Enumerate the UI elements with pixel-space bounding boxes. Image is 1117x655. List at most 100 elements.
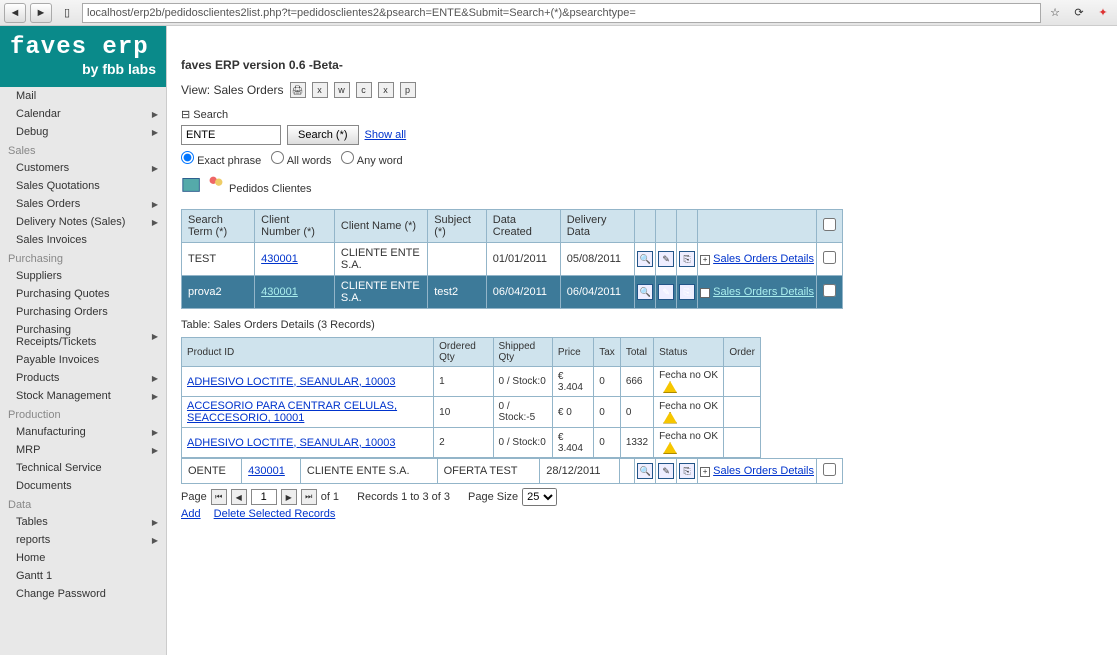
radio-any[interactable]: Any word (341, 151, 402, 167)
search-input[interactable] (181, 125, 281, 145)
chevron-right-icon: ▶ (152, 218, 158, 227)
chevron-right-icon: ▶ (152, 128, 158, 137)
export-xml-icon[interactable]: x (378, 82, 394, 98)
page-number-input[interactable] (251, 489, 277, 505)
view-icon[interactable]: 🔍 (637, 463, 653, 479)
back-button[interactable]: ◄ (4, 3, 26, 23)
sidebar-item[interactable]: reports▶ (0, 531, 166, 549)
column-header: Order (724, 338, 761, 367)
sidebar-item[interactable]: Stock Management▶ (0, 387, 166, 405)
column-header[interactable]: Client Name (*) (334, 210, 427, 243)
column-header: Total (620, 338, 653, 367)
sidebar-item[interactable]: Delivery Notes (Sales)▶ (0, 213, 166, 231)
forward-button[interactable]: ► (30, 3, 52, 23)
pagesize-select[interactable]: 25 (522, 488, 557, 506)
sidebar-item[interactable]: Mail (0, 87, 166, 105)
product-link[interactable]: ACCESORIO PARA CENTRAR CELULAS, SEACCESO… (187, 400, 397, 424)
column-header[interactable]: Delivery Data (560, 210, 634, 243)
client-number-link[interactable]: 430001 (248, 465, 285, 477)
radio-exact[interactable]: Exact phrase (181, 151, 261, 167)
warning-icon (663, 442, 677, 454)
sidebar-item[interactable]: Products▶ (0, 369, 166, 387)
add-link[interactable]: Add (181, 508, 201, 520)
sidebar-item[interactable]: Change Password (0, 585, 166, 603)
chevron-right-icon: ▶ (152, 536, 158, 545)
sidebar-item[interactable]: Suppliers (0, 267, 166, 285)
copy-icon[interactable]: ⎘ (679, 463, 695, 479)
copy-icon[interactable]: ⎘ (679, 284, 695, 300)
logo: faves erp by fbb labs (0, 26, 166, 87)
export-excel-icon[interactable]: x (312, 82, 328, 98)
sidebar-item[interactable]: Purchasing Receipts/Tickets▶ (0, 321, 166, 351)
table-row[interactable]: prova2430001CLIENTE ENTE S.A.test206/04/… (182, 276, 843, 309)
details-link[interactable]: Sales Orders Details (713, 465, 814, 477)
product-link[interactable]: ADHESIVO LOCTITE, SEANULAR, 10003 (187, 376, 395, 388)
sidebar-item[interactable]: Calendar▶ (0, 105, 166, 123)
edit-icon[interactable]: ✎ (658, 463, 674, 479)
sidebar-item[interactable]: Sales Invoices (0, 231, 166, 249)
sidebar-item[interactable]: Customers▶ (0, 159, 166, 177)
select-all-checkbox[interactable] (823, 218, 836, 231)
column-header[interactable]: Client Number (*) (255, 210, 335, 243)
radio-all[interactable]: All words (271, 151, 331, 167)
expand-icon[interactable]: + (700, 255, 710, 265)
column-header[interactable]: Search Term (*) (182, 210, 255, 243)
sidebar-item[interactable]: Debug▶ (0, 123, 166, 141)
sidebar-item[interactable]: Home (0, 549, 166, 567)
expand-icon[interactable]: + (700, 288, 710, 298)
table-row[interactable]: OENTE430001CLIENTE ENTE S.A.OFERTA TEST2… (182, 459, 843, 484)
export-word-icon[interactable]: w (334, 82, 350, 98)
sidebar-item[interactable]: Sales Quotations (0, 177, 166, 195)
sidebar-item[interactable]: Manufacturing▶ (0, 423, 166, 441)
table-row: ADHESIVO LOCTITE, SEANULAR, 1000320 / St… (182, 428, 761, 458)
first-page-button[interactable]: ⏮ (211, 489, 227, 505)
sidebar-item[interactable]: Documents (0, 477, 166, 495)
data-header: Data (0, 495, 166, 513)
edit-icon[interactable]: ✎ (658, 284, 674, 300)
show-all-link[interactable]: Show all (365, 129, 407, 141)
print-icon[interactable]: 🖨 (290, 82, 306, 98)
copy-icon[interactable]: ⎘ (679, 251, 695, 267)
refresh-icon[interactable]: ⟳ (1069, 6, 1089, 19)
sidebar-item[interactable]: Technical Service (0, 459, 166, 477)
delete-selected-link[interactable]: Delete Selected Records (214, 508, 336, 520)
edit-icon[interactable]: ✎ (658, 251, 674, 267)
details-link[interactable]: Sales Orders Details (713, 286, 814, 298)
view-icon[interactable]: 🔍 (637, 251, 653, 267)
search-toggle[interactable]: ⊟ Search (181, 108, 1103, 121)
sidebar-item[interactable]: Gantt 1 (0, 567, 166, 585)
table-row: ADHESIVO LOCTITE, SEANULAR, 1000310 / St… (182, 367, 761, 397)
client-number-link[interactable]: 430001 (261, 253, 298, 265)
export-csv-icon[interactable]: c (356, 82, 372, 98)
sidebar-item[interactable]: Sales Orders▶ (0, 195, 166, 213)
extension-icon[interactable]: ✦ (1093, 6, 1113, 19)
details-table: Product IDOrdered QtyShipped QtyPriceTax… (181, 337, 761, 458)
pedido-label: Pedidos Clientes (229, 183, 312, 195)
row-checkbox[interactable] (823, 284, 836, 297)
search-button[interactable]: Search (*) (287, 125, 359, 145)
row-checkbox[interactable] (823, 251, 836, 264)
product-link[interactable]: ADHESIVO LOCTITE, SEANULAR, 10003 (187, 437, 395, 449)
sidebar-item[interactable]: Purchasing Quotes (0, 285, 166, 303)
view-icon[interactable]: 🔍 (637, 284, 653, 300)
client-number-link[interactable]: 430001 (261, 286, 298, 298)
details-link[interactable]: Sales Orders Details (713, 253, 814, 265)
column-header[interactable]: Data Created (486, 210, 560, 243)
last-page-button[interactable]: ⏭ (301, 489, 317, 505)
sidebar-item[interactable]: Payable Invoices (0, 351, 166, 369)
row-checkbox[interactable] (823, 463, 836, 476)
pager: Page ⏮ ◀ ▶ ⏭ of 1 Records 1 to 3 of 3 Pa… (181, 488, 1103, 506)
sidebar-item[interactable]: Tables▶ (0, 513, 166, 531)
expand-icon[interactable]: + (700, 467, 710, 477)
export-pdf-icon[interactable]: p (400, 82, 416, 98)
next-page-button[interactable]: ▶ (281, 489, 297, 505)
prev-page-button[interactable]: ◀ (231, 489, 247, 505)
column-header: Price (552, 338, 593, 367)
column-header: Shipped Qty (493, 338, 552, 367)
column-header[interactable]: Subject (*) (428, 210, 487, 243)
table-row[interactable]: TEST430001CLIENTE ENTE S.A.01/01/201105/… (182, 243, 843, 276)
url-bar[interactable]: localhost/erp2b/pedidosclientes2list.php… (82, 3, 1041, 23)
sidebar-item[interactable]: Purchasing Orders (0, 303, 166, 321)
bookmark-icon[interactable]: ☆ (1045, 6, 1065, 19)
sidebar-item[interactable]: MRP▶ (0, 441, 166, 459)
